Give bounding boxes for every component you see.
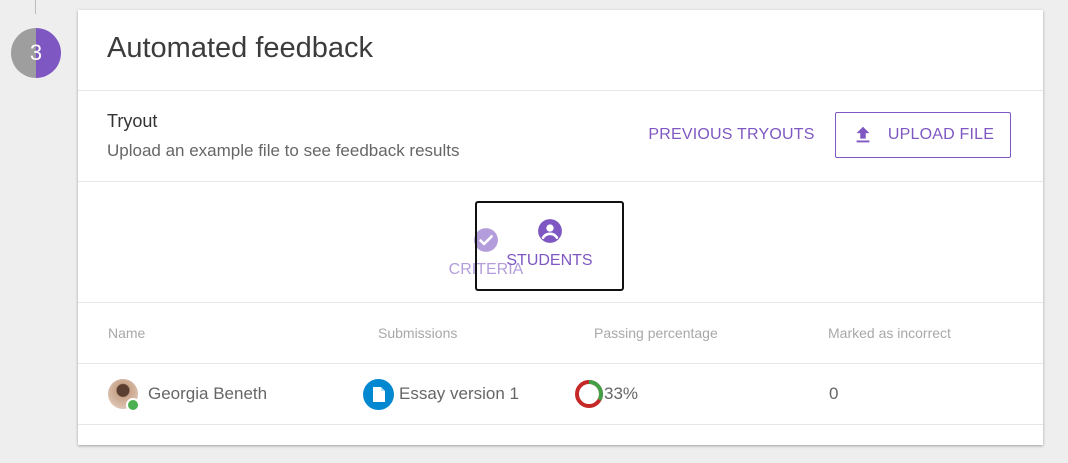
tryout-title: Tryout bbox=[107, 111, 158, 131]
column-header-marked-incorrect: Marked as incorrect bbox=[828, 325, 951, 341]
card-title: Automated feedback bbox=[107, 32, 374, 64]
column-header-submissions: Submissions bbox=[378, 325, 458, 341]
passing-percentage-value: 33% bbox=[604, 384, 639, 403]
card-header: Automated feedback bbox=[78, 10, 1043, 91]
marked-incorrect-value: 0 bbox=[829, 384, 839, 403]
tryout-subtitle: Upload an example file to see feedback r… bbox=[107, 141, 460, 160]
upload-icon bbox=[852, 124, 874, 146]
column-header-name: Name bbox=[108, 325, 146, 341]
tryout-section: Tryout Upload an example file to see fee… bbox=[78, 91, 1043, 182]
tab-students-label: STUDENTS bbox=[506, 252, 593, 269]
document-icon bbox=[363, 379, 394, 410]
step-number-badge: 3 bbox=[11, 28, 61, 78]
upload-file-button[interactable]: UPLOAD FILE bbox=[835, 112, 1011, 158]
table-row[interactable]: Georgia Beneth Essay version 1 33% 0 bbox=[78, 364, 1043, 425]
column-header-passing-percentage: Passing percentage bbox=[594, 325, 718, 341]
submission-link[interactable]: Essay version 1 bbox=[399, 384, 519, 404]
student-name: Georgia Beneth bbox=[148, 384, 268, 403]
online-status-dot bbox=[126, 398, 140, 412]
timeline-line bbox=[35, 0, 36, 14]
passing-percentage-donut bbox=[575, 380, 603, 408]
tab-students[interactable]: STUDENTS bbox=[475, 201, 624, 291]
account-circle-icon bbox=[537, 218, 563, 244]
upload-file-label: UPLOAD FILE bbox=[887, 126, 995, 143]
table-header-row: Name Submissions Passing percentage Mark… bbox=[78, 303, 1043, 364]
previous-tryouts-button[interactable]: PREVIOUS TRYOUTS bbox=[644, 111, 819, 159]
